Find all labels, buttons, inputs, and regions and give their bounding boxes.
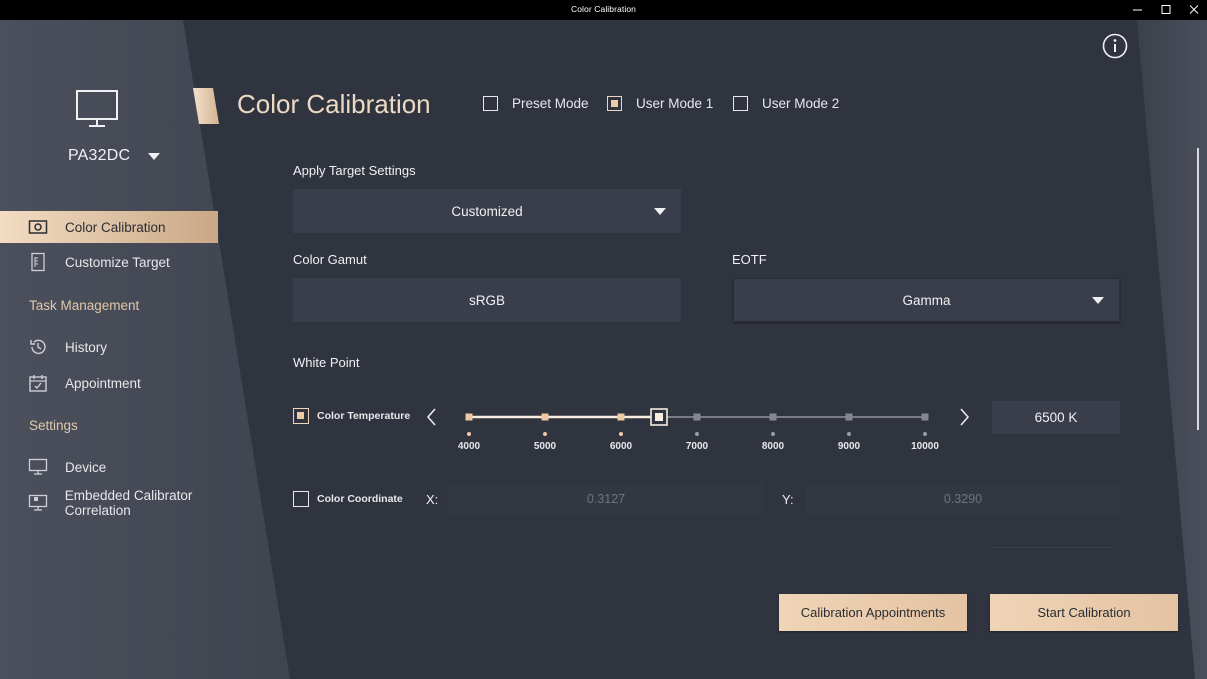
title-bar: Color Calibration: [0, 0, 1207, 20]
close-icon: [1189, 5, 1199, 14]
slider-tick-dot: [847, 432, 851, 436]
preset-mode-checkbox[interactable]: Preset Mode: [483, 96, 589, 111]
sidebar-item-label: Embedded Calibrator Correlation: [64, 488, 193, 518]
tick-label: 8000: [761, 441, 785, 452]
color-temperature-value: 6500 K: [1034, 410, 1078, 425]
history-icon: [27, 337, 49, 357]
apply-target-settings-label: Apply Target Settings: [293, 163, 416, 178]
title-accent-block: [193, 88, 219, 124]
tick-label: 5000: [533, 441, 557, 452]
color-gamut-field: sRGB: [293, 278, 681, 322]
tick-label: 10000: [911, 441, 939, 452]
slider-tick-mark: [541, 413, 549, 421]
sidebar-item-customize-target[interactable]: Customize Target: [0, 246, 210, 278]
color-coordinate-checkbox[interactable]: Color Coordinate: [293, 491, 403, 507]
page-title: Color Calibration: [237, 89, 431, 119]
sidebar-item-device[interactable]: Device: [0, 451, 210, 483]
document-icon: [27, 252, 49, 272]
sidebar-item-appointment[interactable]: Appointment: [0, 367, 210, 399]
mode-label: Preset Mode: [512, 96, 589, 111]
slider-tick-dot: [543, 432, 547, 436]
target-settings-dropdown[interactable]: Customized: [293, 189, 681, 233]
slider-thumb-inner: [655, 413, 663, 421]
eotf-value: Gamma: [902, 292, 951, 308]
slider-tick-mark: [769, 413, 777, 421]
mode-label: User Mode 1: [636, 96, 714, 111]
sidebar-item-label: Color Calibration: [65, 219, 166, 235]
slider-tick-mark: [617, 413, 625, 421]
device-dropdown-icon[interactable]: [148, 153, 160, 160]
monitor-small-icon: [27, 457, 49, 477]
monitor-icon: [76, 90, 118, 127]
white-point-label: White Point: [293, 355, 360, 370]
slider-tick-dot: [695, 432, 699, 436]
y-coordinate-input[interactable]: 0.3290: [806, 484, 1120, 514]
slider-tick-dot: [923, 432, 927, 436]
calibration-appointments-button[interactable]: Calibration Appointments: [779, 594, 967, 631]
chevron-left-icon[interactable]: [425, 407, 439, 427]
settings-heading: Settings: [29, 418, 78, 433]
x-coordinate-input[interactable]: 0.3127: [449, 484, 763, 514]
checkbox-box: [733, 96, 748, 111]
color-gamut-label: Color Gamut: [293, 252, 367, 267]
minimize-icon: [1133, 9, 1142, 11]
checkbox-box: [293, 408, 309, 424]
color-temperature-label: Color Temperature: [317, 410, 411, 422]
target-settings-value: Customized: [451, 203, 523, 219]
color-temperature-slider[interactable]: [455, 404, 945, 444]
slider-tick-mark: [921, 413, 929, 421]
task-management-heading: Task Management: [29, 298, 140, 313]
x-coordinate-label: X:: [426, 492, 439, 507]
chevron-down-icon: [654, 208, 666, 215]
color-temperature-value-field[interactable]: 6500 K: [992, 401, 1120, 434]
camera-icon: [27, 217, 49, 237]
color-coordinate-label: Color Coordinate: [317, 493, 403, 505]
calendar-icon: [27, 373, 49, 393]
slider-tick-mark: [845, 413, 853, 421]
color-temperature-checkbox[interactable]: Color Temperature: [293, 408, 410, 424]
window-title: Color Calibration: [570, 4, 636, 14]
sidebar-item-label: Appointment: [65, 375, 141, 391]
tick-label: 4000: [457, 441, 481, 452]
sidebar-item-label: History: [65, 339, 108, 355]
monitor-calibrator-icon: [27, 493, 49, 513]
start-calibration-button[interactable]: Start Calibration: [990, 594, 1178, 631]
tick-label: 6000: [609, 441, 633, 452]
maximize-button[interactable]: [1154, 0, 1178, 20]
eotf-label: EOTF: [732, 252, 767, 267]
sidebar-item-label: Customize Target: [65, 254, 170, 270]
slider-tick-dot: [771, 432, 775, 436]
tick-label: 7000: [685, 441, 709, 452]
chevron-right-icon[interactable]: [957, 407, 971, 427]
sidebar-item-history[interactable]: History: [0, 331, 210, 363]
sidebar-item-color-calibration[interactable]: Color Calibration: [0, 211, 218, 243]
checkbox-box: [607, 96, 622, 111]
info-icon[interactable]: [1101, 32, 1129, 60]
slider-tick-dot: [467, 432, 471, 436]
mode-label: User Mode 2: [762, 96, 840, 111]
scrollbar[interactable]: [1197, 148, 1199, 430]
minimize-button[interactable]: [1126, 0, 1150, 20]
user-mode-2-checkbox[interactable]: User Mode 2: [733, 96, 839, 111]
eotf-dropdown[interactable]: Gamma: [733, 278, 1120, 322]
slider-tick-mark: [465, 413, 473, 421]
checkbox-box: [483, 96, 498, 111]
y-coordinate-label: Y:: [782, 492, 794, 507]
slider-tick-dot: [619, 432, 623, 436]
color-gamut-value: sRGB: [468, 292, 505, 308]
checkbox-box: [293, 491, 309, 507]
sidebar-item-label: Device: [65, 459, 107, 475]
maximize-icon: [1161, 5, 1171, 14]
tick-label: 9000: [837, 441, 861, 452]
close-button[interactable]: [1182, 0, 1206, 20]
sidebar-item-embedded-calibrator-correlation[interactable]: Embedded Calibrator Correlation: [0, 487, 260, 519]
user-mode-1-checkbox[interactable]: User Mode 1: [607, 96, 713, 111]
slider-tick-mark: [693, 413, 701, 421]
chevron-down-icon: [1092, 297, 1104, 304]
divider: [992, 547, 1114, 548]
device-name[interactable]: PA32DC: [68, 147, 130, 165]
